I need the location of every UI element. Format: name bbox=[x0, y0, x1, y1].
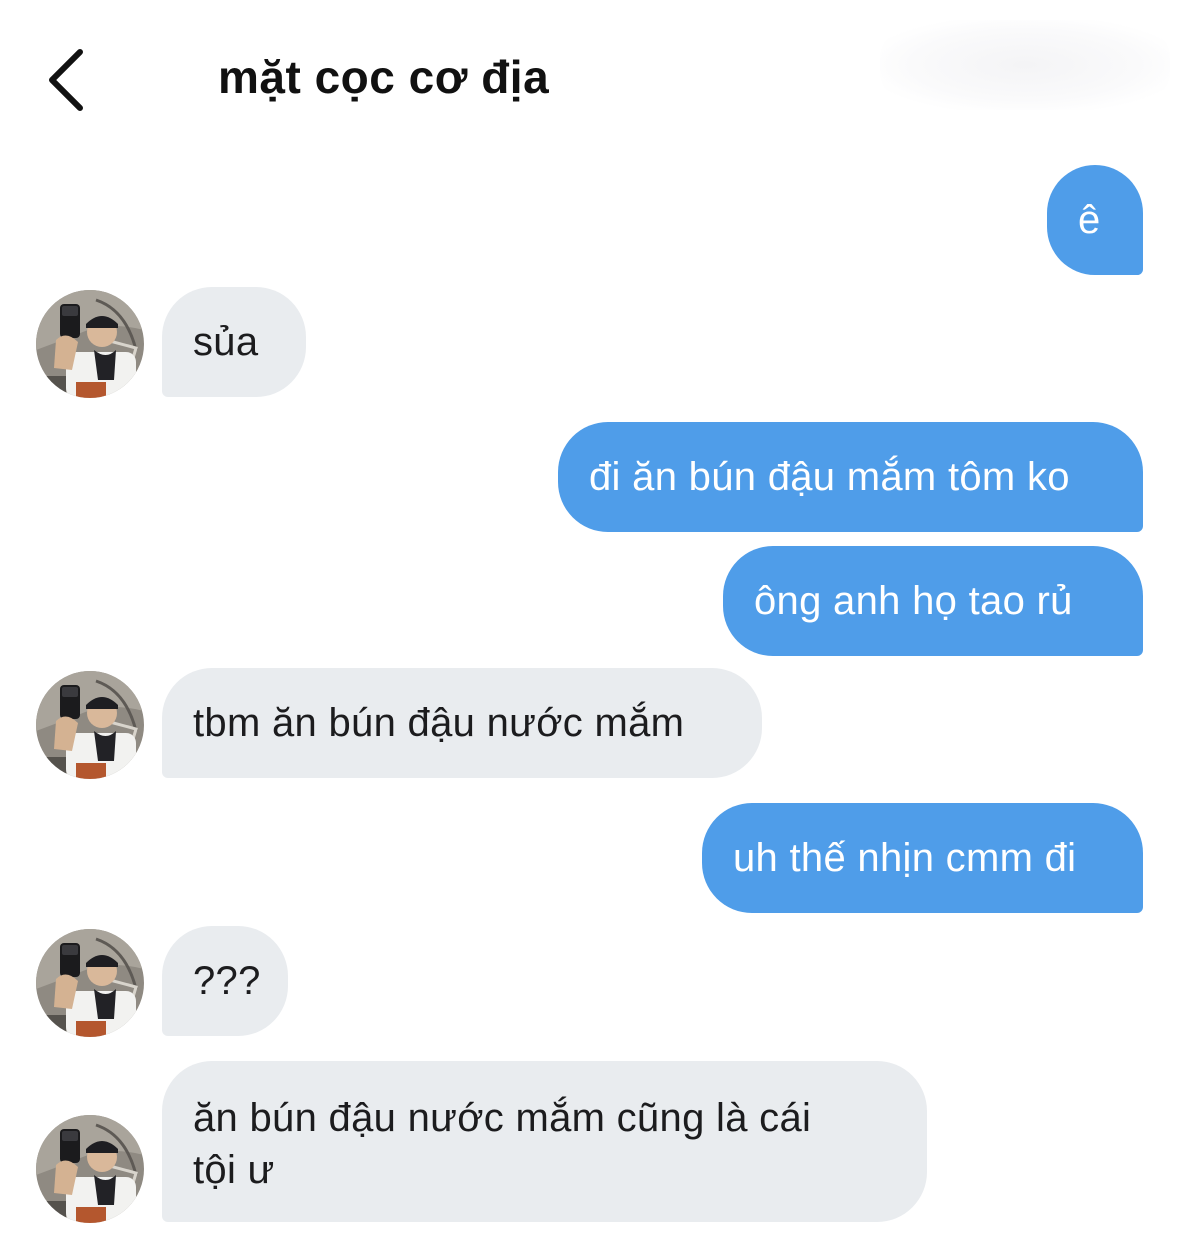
chevron-left-icon bbox=[49, 49, 83, 111]
message-text: uh thế nhịn cmm đi bbox=[733, 836, 1077, 880]
message-bubble-incoming[interactable]: sủa bbox=[162, 287, 306, 397]
message-text: ông anh họ tao rủ bbox=[754, 579, 1073, 623]
back-button[interactable] bbox=[38, 44, 98, 114]
message-text: đi ăn bún đậu mắm tôm ko bbox=[589, 455, 1070, 499]
message-bubble-outgoing[interactable]: đi ăn bún đậu mắm tôm ko bbox=[558, 422, 1143, 532]
avatar[interactable] bbox=[36, 929, 144, 1037]
message-bubble-incoming[interactable]: ??? bbox=[162, 926, 288, 1036]
message-bubble-outgoing[interactable]: uh thế nhịn cmm đi bbox=[702, 803, 1143, 913]
message-bubble-outgoing[interactable]: ê bbox=[1047, 165, 1143, 275]
avatar[interactable] bbox=[36, 671, 144, 779]
avatar[interactable] bbox=[36, 290, 144, 398]
message-text: ??? bbox=[193, 959, 261, 1003]
message-text-line: tội ư bbox=[193, 1148, 275, 1192]
redacted-area bbox=[880, 20, 1170, 110]
message-bubble-outgoing[interactable]: ông anh họ tao rủ bbox=[723, 546, 1143, 656]
avatar[interactable] bbox=[36, 1115, 144, 1223]
message-text-line: ăn bún đậu nước mắm cũng là cái bbox=[193, 1096, 812, 1140]
conversation-title[interactable]: mặt cọc cơ địa bbox=[218, 50, 549, 104]
chat-header: mặt cọc cơ địa bbox=[0, 0, 1179, 150]
message-bubble-incoming[interactable]: ăn bún đậu nước mắm cũng là cái tội ư bbox=[162, 1061, 927, 1222]
message-text: ê bbox=[1078, 198, 1101, 242]
message-text: tbm ăn bún đậu nước mắm bbox=[193, 701, 685, 745]
message-text: sủa bbox=[193, 320, 259, 364]
message-bubble-incoming[interactable]: tbm ăn bún đậu nước mắm bbox=[162, 668, 762, 778]
